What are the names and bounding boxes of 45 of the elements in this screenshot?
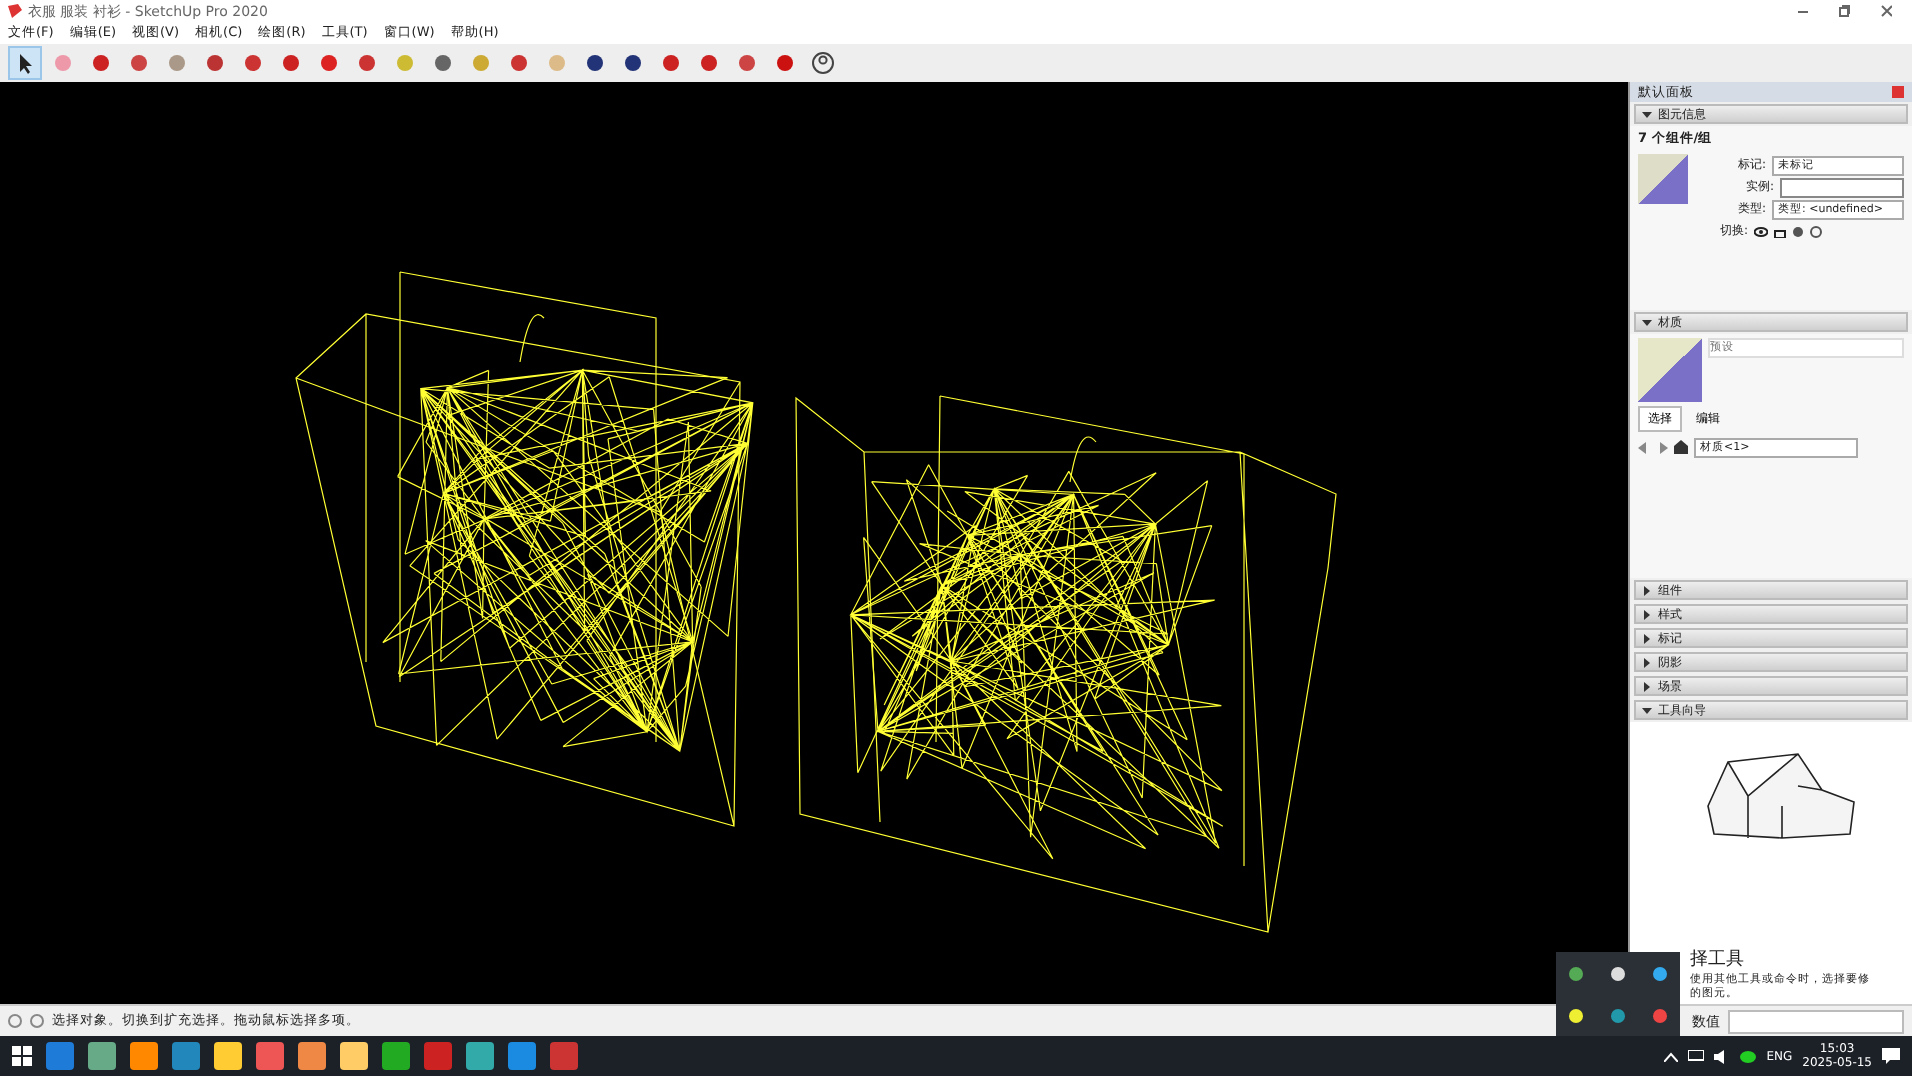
eye-icon[interactable]: [1754, 225, 1769, 237]
tool-icon: [774, 52, 796, 74]
tray-app-icon[interactable]: [1651, 965, 1668, 981]
instance-field[interactable]: [1780, 177, 1904, 197]
tool-icon: [470, 52, 492, 74]
tool-icon: [318, 52, 340, 74]
tool-button[interactable]: [806, 46, 840, 80]
tool-icon: [90, 52, 112, 74]
material-swatch: [1638, 154, 1688, 204]
cursor-icon: [14, 52, 36, 74]
tool-icon: [128, 52, 150, 74]
chevron-up-icon[interactable]: [1664, 1051, 1679, 1061]
tool-icon: [166, 52, 188, 74]
notification-icon[interactable]: [1882, 1048, 1900, 1064]
expand-icon: [1642, 109, 1652, 119]
tray-app-icon[interactable]: [1568, 965, 1585, 981]
tool-icon: [546, 52, 568, 74]
tool-icon: [508, 52, 530, 74]
close-icon: [1880, 4, 1892, 18]
tool-icon: [584, 52, 606, 74]
tool-icon: [736, 52, 758, 74]
tool-icon: [432, 52, 454, 74]
guide-heading: 择工具: [1690, 947, 1746, 972]
tool-icon: [52, 52, 74, 74]
back-icon[interactable]: [1638, 441, 1650, 453]
tool-icon: [660, 52, 682, 74]
home-icon[interactable]: [1674, 440, 1688, 454]
tool-icon: [242, 52, 264, 74]
tool-button[interactable]: [8, 46, 42, 80]
expand-icon: [1642, 317, 1652, 327]
app-logo-icon: [8, 4, 22, 18]
forward-icon[interactable]: [1656, 441, 1668, 453]
measurements-field[interactable]: [1728, 1009, 1904, 1033]
tool-icon: [394, 52, 416, 74]
start-icon[interactable]: [12, 1046, 32, 1066]
tool-icon: [204, 52, 226, 74]
tray-app-icon[interactable]: [1609, 965, 1626, 981]
tool-icon: [622, 52, 644, 74]
tool-icon: [280, 52, 302, 74]
material-swatch: [1638, 338, 1702, 402]
tool-icon: [698, 52, 720, 74]
account-icon: [812, 52, 834, 74]
restore-icon: [1838, 4, 1850, 18]
tool-icon: [356, 52, 378, 74]
tray-app-icon[interactable]: [1568, 1007, 1585, 1023]
